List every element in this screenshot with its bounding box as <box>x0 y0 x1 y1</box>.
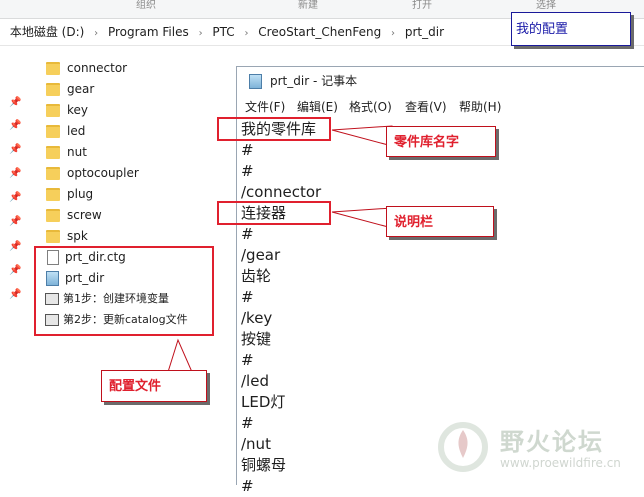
folder-icon <box>46 104 60 117</box>
list-item[interactable]: key <box>40 100 88 120</box>
breadcrumb-prt-dir[interactable]: prt_dir <box>405 19 444 45</box>
file-name: plug <box>67 187 94 201</box>
file-name: optocoupler <box>67 166 139 180</box>
pin-icon[interactable]: 📌 <box>9 98 21 108</box>
pin-icon[interactable]: 📌 <box>9 121 21 131</box>
config-label: 我的配置 <box>511 12 631 46</box>
text-line: # <box>241 477 254 495</box>
pin-icon[interactable]: 📌 <box>9 290 21 300</box>
text-line: /connector <box>241 183 322 201</box>
file-name: screw <box>67 208 102 222</box>
list-item[interactable]: led <box>40 121 85 141</box>
text-line: /nut <box>241 435 271 453</box>
text-line: # <box>241 162 254 180</box>
text-line: LED灯 <box>241 393 286 411</box>
notepad-icon <box>249 74 262 89</box>
pin-icon[interactable]: 📌 <box>9 169 21 179</box>
list-item[interactable]: connector <box>40 58 127 78</box>
chevron-right-icon[interactable]: › <box>94 21 98 47</box>
chevron-right-icon[interactable]: › <box>391 21 395 47</box>
text-line: 铜螺母 <box>241 456 287 474</box>
callout-library-name: 零件库名字 <box>386 126 496 157</box>
folder-icon <box>46 230 60 243</box>
menu-view[interactable]: 查看(V) <box>405 97 447 117</box>
file-name: led <box>67 124 86 138</box>
pin-icon[interactable]: 📌 <box>9 193 21 203</box>
menu-file[interactable]: 文件(F) <box>245 97 285 117</box>
list-item[interactable]: optocoupler <box>40 163 139 183</box>
chevron-right-icon[interactable]: › <box>199 21 203 47</box>
menu-format[interactable]: 格式(O) <box>349 97 392 117</box>
text-line: /gear <box>241 246 281 264</box>
menu-edit[interactable]: 编辑(E) <box>297 97 338 117</box>
list-item[interactable]: spk <box>40 226 88 246</box>
text-line: # <box>241 288 254 306</box>
file-name: connector <box>67 61 128 75</box>
watermark-url: www.proewildfire.cn <box>500 456 621 470</box>
breadcrumb-program-files[interactable]: Program Files <box>108 19 189 45</box>
text-line: /led <box>241 372 269 390</box>
watermark: 野火论坛 www.proewildfire.cn <box>432 418 632 480</box>
pin-icon[interactable]: 📌 <box>9 217 21 227</box>
file-name: gear <box>67 82 95 96</box>
folder-icon <box>46 167 60 180</box>
description-highlight <box>217 201 331 225</box>
folder-icon <box>46 209 60 222</box>
pin-icon[interactable]: 📌 <box>9 145 21 155</box>
text-line: # <box>241 414 254 432</box>
quick-access-pins: 📌 📌 📌 📌 📌 📌 📌 📌 📌 <box>0 46 30 476</box>
folder-icon <box>46 62 60 75</box>
chevron-right-icon[interactable]: › <box>244 21 248 47</box>
text-line: # <box>241 225 254 243</box>
library-name-highlight <box>217 117 331 141</box>
text-line: 按键 <box>241 330 272 348</box>
list-item[interactable]: screw <box>40 205 102 225</box>
window-titlebar[interactable]: prt_dir - 记事本 <box>237 67 644 95</box>
folder-icon <box>46 146 60 159</box>
callout-description: 说明栏 <box>386 206 494 237</box>
pin-icon[interactable]: 📌 <box>9 266 21 276</box>
breadcrumb-ptc[interactable]: PTC <box>212 19 234 45</box>
config-files-highlight <box>34 246 214 336</box>
text-line: # <box>241 351 254 369</box>
window-title: prt_dir - 记事本 <box>270 74 358 88</box>
ribbon-new[interactable]: 新建 <box>298 0 318 11</box>
pin-icon[interactable]: 📌 <box>9 242 21 252</box>
text-line: # <box>241 141 254 159</box>
list-item[interactable]: nut <box>40 142 87 162</box>
file-name: nut <box>67 145 87 159</box>
menu-bar: 文件(F) 编辑(E) 格式(O) 查看(V) 帮助(H) <box>237 97 644 117</box>
folder-icon <box>46 188 60 201</box>
file-name: spk <box>67 229 88 243</box>
ribbon-select[interactable]: 选择 <box>536 0 556 11</box>
folder-icon <box>46 125 60 138</box>
breadcrumb-creostart[interactable]: CreoStart_ChenFeng <box>258 19 381 45</box>
flame-logo-icon <box>438 422 488 472</box>
text-line: /key <box>241 309 273 327</box>
watermark-title: 野火论坛 <box>500 428 604 456</box>
list-item[interactable]: plug <box>40 184 93 204</box>
breadcrumb-drive[interactable]: 本地磁盘 (D:) <box>10 19 84 45</box>
ribbon-organize[interactable]: 组织 <box>136 0 156 11</box>
callout-config-files: 配置文件 <box>101 370 207 402</box>
ribbon-open[interactable]: 打开 <box>412 0 432 11</box>
folder-icon <box>46 83 60 96</box>
text-line: 齿轮 <box>241 267 272 285</box>
file-name: key <box>67 103 89 117</box>
list-item[interactable]: gear <box>40 79 94 99</box>
menu-help[interactable]: 帮助(H) <box>459 97 501 117</box>
